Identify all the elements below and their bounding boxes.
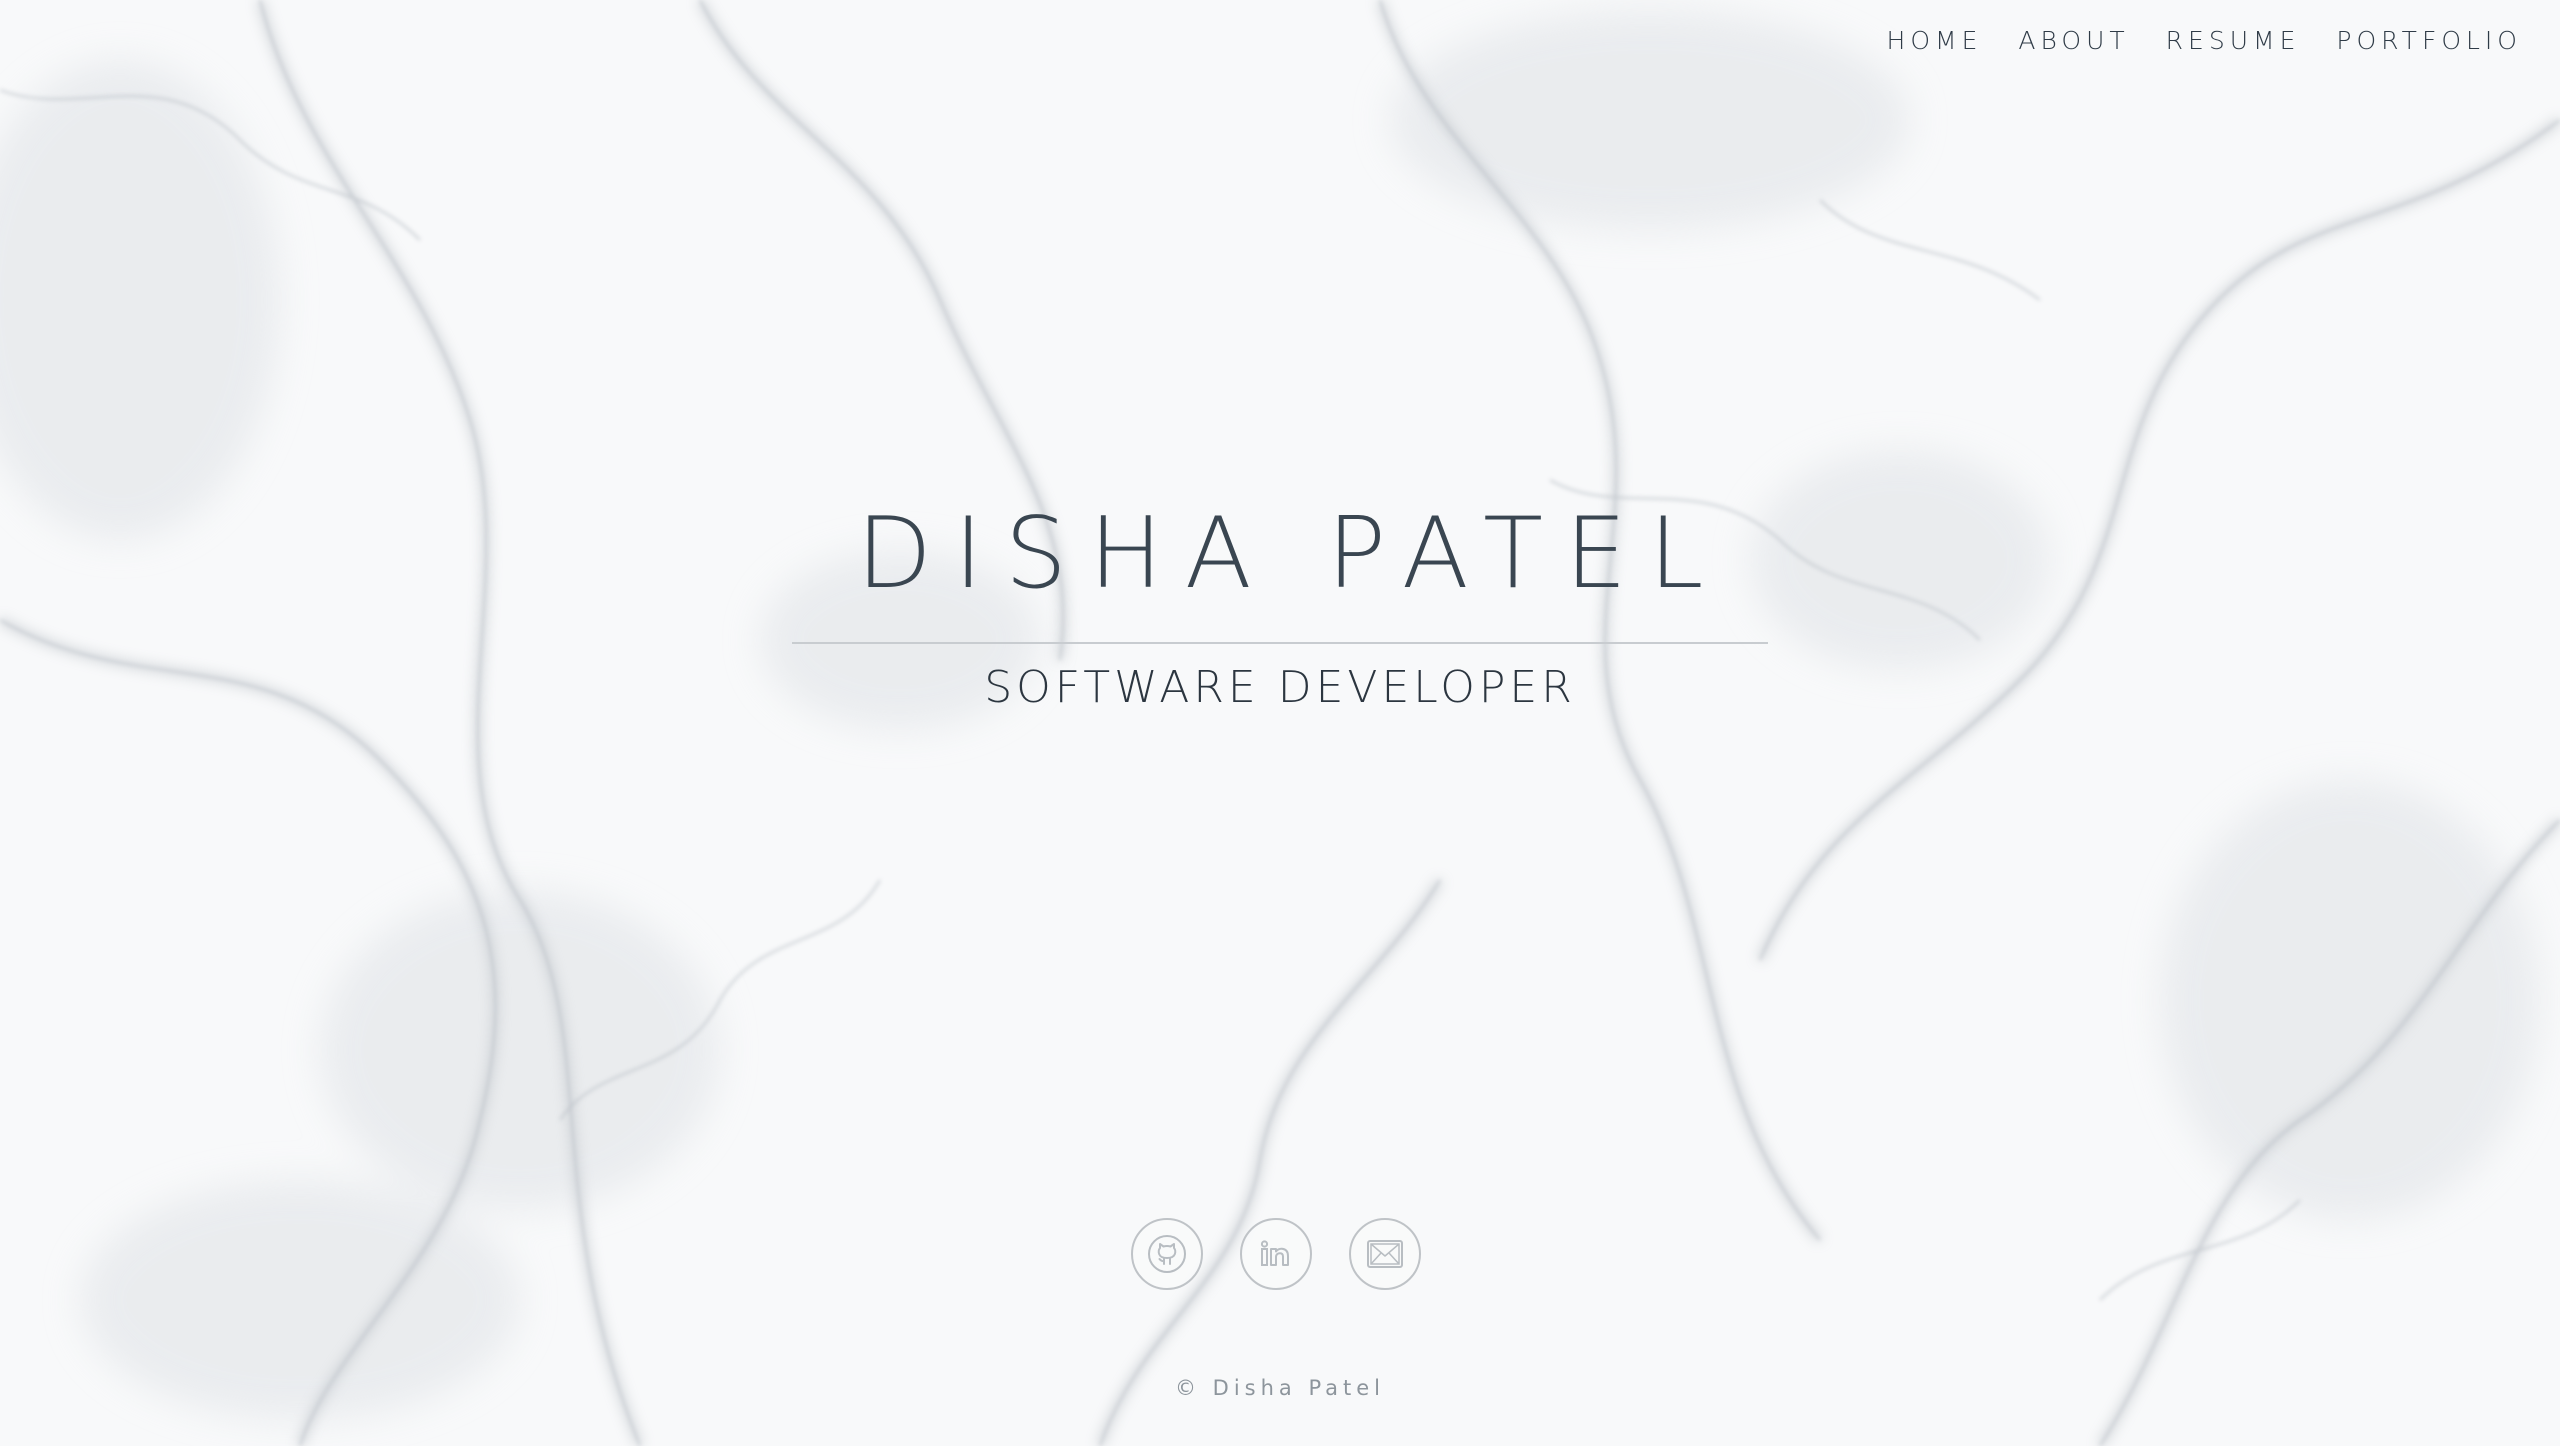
top-nav: HOME ABOUT RESUME PORTFOLIO: [1887, 26, 2522, 55]
hero-name: DISHA PATEL: [856, 497, 1726, 611]
hero-divider: [792, 642, 1768, 644]
nav-portfolio-link[interactable]: PORTFOLIO: [2336, 26, 2522, 55]
hero-role: SOFTWARE DEVELOPER: [984, 662, 1576, 713]
github-icon: [1146, 1233, 1188, 1275]
social-links: [1131, 1218, 1421, 1290]
linkedin-icon: [1255, 1233, 1297, 1275]
github-link[interactable]: [1131, 1218, 1203, 1290]
linkedin-link[interactable]: [1240, 1218, 1312, 1290]
email-icon: [1363, 1232, 1407, 1276]
email-link[interactable]: [1349, 1218, 1421, 1290]
hero-section: DISHA PATEL SOFTWARE DEVELOPER: [0, 505, 2560, 713]
nav-resume-link[interactable]: RESUME: [2166, 26, 2301, 55]
footer-copyright: © Disha Patel: [1174, 1376, 1386, 1400]
nav-about-link[interactable]: ABOUT: [2018, 26, 2129, 55]
nav-home-link[interactable]: HOME: [1887, 26, 1983, 55]
